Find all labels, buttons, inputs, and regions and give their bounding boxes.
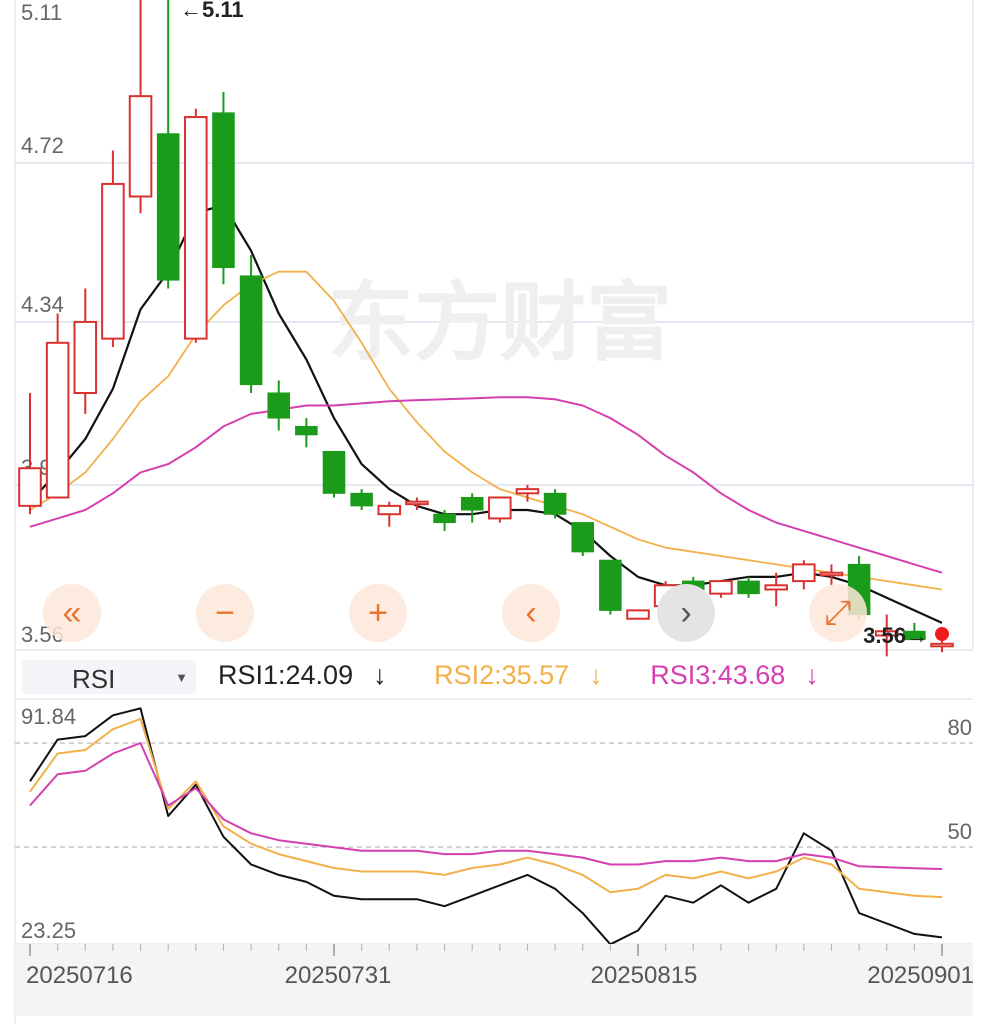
candle-up bbox=[819, 564, 844, 586]
rsi2-value: RSI2:35.57 ↓ bbox=[434, 660, 603, 690]
candle-up bbox=[488, 496, 512, 523]
candle-body bbox=[267, 392, 291, 419]
last-price-dot bbox=[935, 627, 949, 641]
candle-body bbox=[819, 571, 844, 577]
candle-body bbox=[737, 580, 760, 595]
candle-body bbox=[184, 116, 208, 340]
indicator-dropdown-label: RSI bbox=[72, 664, 116, 694]
candle-up bbox=[73, 288, 98, 414]
plus-icon: + bbox=[368, 593, 388, 632]
date-label: 20250901 bbox=[867, 962, 974, 989]
candle-body bbox=[45, 341, 70, 499]
candle-body bbox=[709, 580, 733, 595]
candle-down bbox=[322, 451, 346, 498]
high-price-label: ←5.11 bbox=[180, 0, 244, 22]
candle-body bbox=[764, 584, 788, 591]
candle-up bbox=[626, 609, 650, 620]
candle-body bbox=[460, 496, 484, 511]
date-axis-band bbox=[15, 944, 973, 1016]
price-tick-label: 4.34 bbox=[21, 292, 64, 317]
candle-down bbox=[350, 489, 373, 511]
caret-down-icon: ▼ bbox=[175, 670, 188, 685]
chevron-left-icon: ‹ bbox=[525, 593, 537, 632]
candle-body bbox=[295, 425, 318, 436]
candle-up bbox=[709, 580, 733, 598]
candle-down bbox=[737, 576, 760, 598]
scroll-right-button[interactable]: › bbox=[657, 584, 715, 642]
candle-body bbox=[18, 467, 42, 507]
rsi-reference-label: 80 bbox=[948, 715, 972, 740]
candle-body bbox=[128, 95, 153, 198]
rsi-axis: 91.84 23.25 bbox=[21, 704, 76, 943]
candle-body bbox=[101, 182, 125, 340]
candle-body bbox=[515, 488, 540, 495]
rsi-reference-label: 50 bbox=[948, 819, 972, 844]
candle-body bbox=[571, 522, 595, 553]
scroll-left-button[interactable]: ‹ bbox=[502, 584, 560, 642]
candle-down bbox=[571, 522, 595, 557]
candle-body bbox=[156, 133, 180, 281]
scroll-left-fast-button[interactable]: « bbox=[43, 584, 101, 642]
candle-up bbox=[101, 150, 125, 347]
rsi1-value: RSI1:24.09 ↓ bbox=[218, 660, 387, 690]
candle-body bbox=[626, 609, 650, 620]
rsi-min-label: 23.25 bbox=[21, 918, 76, 943]
rsi-values: RSI1:24.09 ↓ RSI2:35.57 ↓ RSI3:43.68 ↓ bbox=[218, 660, 859, 691]
rsi3-value: RSI3:43.68 ↓ bbox=[650, 660, 819, 690]
candle-body bbox=[930, 642, 954, 648]
candle-down bbox=[239, 255, 263, 393]
rsi-max-label: 91.84 bbox=[21, 704, 76, 729]
candle-down bbox=[599, 559, 622, 615]
candle-down bbox=[156, 0, 180, 289]
indicator-header: RSI ▼ RSI1:24.09 ↓ RSI2:35.57 ↓ RSI3:43.68… bbox=[0, 656, 990, 698]
candle-body bbox=[73, 320, 98, 394]
candle-up bbox=[45, 313, 70, 499]
date-label: 20250716 bbox=[26, 962, 133, 989]
candle-body bbox=[350, 492, 373, 507]
chevron-right-icon: › bbox=[680, 593, 692, 632]
candle-down bbox=[460, 493, 484, 523]
candle-up bbox=[18, 392, 42, 515]
last-price-label: 3.56→ bbox=[863, 623, 928, 648]
candle-up bbox=[377, 501, 402, 527]
candle-down bbox=[295, 418, 318, 448]
date-axis: 20250716 20250731 20250815 20250901 bbox=[15, 944, 974, 1016]
double-chevron-left-icon: « bbox=[62, 593, 82, 632]
candle-body bbox=[212, 112, 235, 269]
candle-body bbox=[405, 500, 429, 506]
stock-chart[interactable]: 东方财富 5.114.724.343.953.56 ←5.113.56→ 805… bbox=[0, 0, 990, 1024]
zoom-in-button[interactable]: + bbox=[349, 584, 407, 642]
candle-down bbox=[212, 91, 235, 285]
expand-arrows-icon: ⤢ bbox=[824, 593, 852, 632]
candle-body bbox=[322, 451, 346, 494]
minus-icon: − bbox=[215, 593, 235, 632]
candle-body bbox=[488, 496, 512, 520]
candle-down bbox=[267, 380, 291, 431]
candle-body bbox=[433, 513, 456, 524]
watermark-logo: 东方财富 bbox=[328, 275, 672, 371]
fullscreen-button[interactable]: ⤢ bbox=[809, 584, 867, 642]
price-tick-label: 4.72 bbox=[21, 133, 64, 158]
candle-up bbox=[792, 560, 816, 590]
date-label: 20250815 bbox=[591, 962, 698, 989]
candle-up bbox=[184, 108, 208, 343]
zoom-out-button[interactable]: − bbox=[196, 584, 254, 642]
rsi-grid: 80 50 bbox=[15, 698, 973, 945]
candle-body bbox=[792, 563, 816, 583]
candle-body bbox=[543, 492, 567, 515]
candle-body bbox=[599, 559, 622, 611]
indicator-dropdown[interactable]: RSI ▼ bbox=[22, 660, 196, 694]
candle-up bbox=[128, 0, 153, 214]
candle-down bbox=[543, 489, 567, 519]
candle-body bbox=[377, 504, 402, 516]
date-label: 20250731 bbox=[285, 962, 392, 989]
price-tick-label: 5.11 bbox=[21, 0, 62, 25]
candle-body bbox=[239, 275, 263, 386]
